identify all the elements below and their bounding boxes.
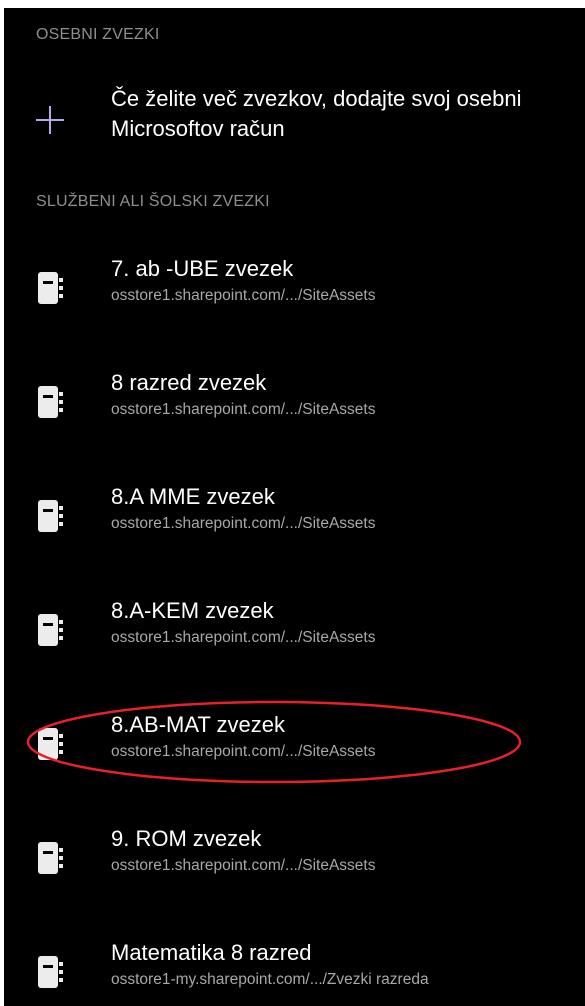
notebook-location: osstore1.sharepoint.com/.../SiteAssets (111, 287, 376, 304)
notebook-location: osstore1.sharepoint.com/.../SiteAssets (111, 401, 376, 418)
notebook-icon (38, 500, 63, 532)
add-personal-account-row[interactable]: Če želite več zvezkov, dodajte svoj oseb… (4, 82, 585, 162)
notebook-icon (38, 386, 63, 418)
notebook-item[interactable]: 8.A MME zvezek osstore1.sharepoint.com/.… (4, 482, 585, 572)
notebook-icon (38, 842, 63, 874)
notebook-location: osstore1.sharepoint.com/.../SiteAssets (111, 857, 376, 874)
notebook-item[interactable]: Matematika 8 razred osstore1-my.sharepoi… (4, 938, 585, 1006)
plus-icon (36, 106, 64, 134)
section-header-personal: OSEBNI ZVEZKI (36, 26, 160, 43)
notebook-title: Matematika 8 razred (111, 940, 312, 965)
notebook-item[interactable]: 8.A-KEM zvezek osstore1.sharepoint.com/.… (4, 596, 585, 686)
notebook-item[interactable]: 8 razred zvezek osstore1.sharepoint.com/… (4, 368, 585, 458)
notebook-icon (38, 272, 63, 304)
notebook-icon (38, 614, 63, 646)
notebook-location: osstore1.sharepoint.com/.../SiteAssets (111, 743, 376, 760)
notebook-item[interactable]: 7. ab -UBE zvezek osstore1.sharepoint.co… (4, 254, 585, 344)
notebook-title: 8.AB-MAT zvezek (111, 712, 286, 737)
add-account-text: Če želite več zvezkov, dodajte svoj oseb… (111, 86, 522, 141)
section-header-work-school: SLUŽBENI ALI ŠOLSKI ZVEZKI (36, 193, 270, 210)
notebooks-screen: OSEBNI ZVEZKI Če želite več zvezkov, dod… (4, 8, 585, 1006)
notebook-location: osstore1.sharepoint.com/.../SiteAssets (111, 629, 376, 646)
notebook-title: 7. ab -UBE zvezek (111, 256, 294, 281)
notebook-title: 8.A-KEM zvezek (111, 598, 274, 623)
notebook-location: osstore1-my.sharepoint.com/.../Zvezki ra… (111, 971, 429, 988)
notebook-item[interactable]: 9. ROM zvezek osstore1.sharepoint.com/..… (4, 824, 585, 914)
notebook-title: 8 razred zvezek (111, 370, 267, 395)
notebook-title: 8.A MME zvezek (111, 484, 275, 509)
notebook-icon (38, 956, 63, 988)
notebook-location: osstore1.sharepoint.com/.../SiteAssets (111, 515, 376, 532)
notebook-title: 9. ROM zvezek (111, 826, 262, 851)
notebook-icon (38, 728, 63, 760)
notebook-item-highlighted[interactable]: 8.AB-MAT zvezek osstore1.sharepoint.com/… (4, 710, 585, 800)
